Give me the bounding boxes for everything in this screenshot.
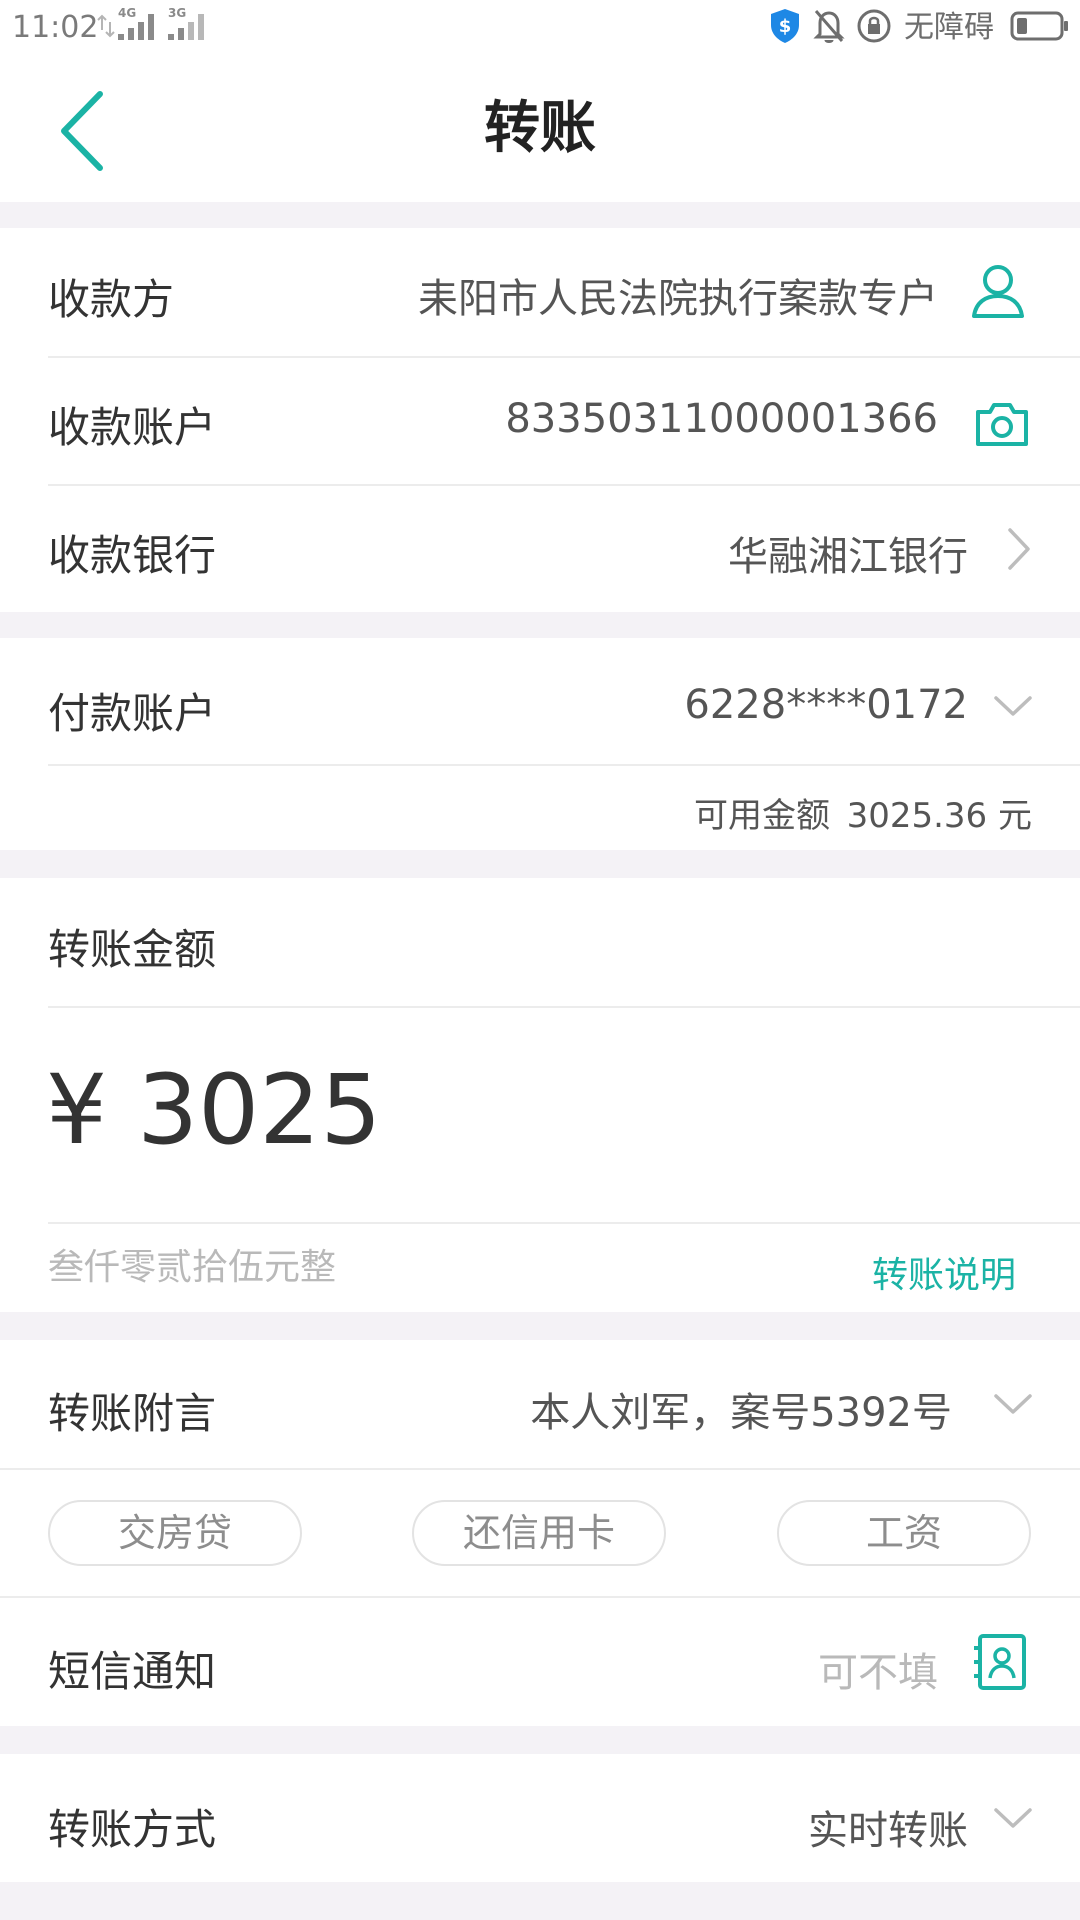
chevron-down-icon [992, 692, 1034, 720]
sms-label: 短信通知 [48, 1647, 217, 1696]
camera-icon[interactable] [974, 400, 1030, 448]
contact-person-icon[interactable] [970, 262, 1026, 320]
rotation-lock-icon [856, 7, 892, 49]
sms-placeholder[interactable]: 可不填 [818, 1640, 938, 1698]
amount-in-words: 叁仟零贰拾伍元整 [48, 1247, 337, 1288]
available-balance-label: 可用金额 [694, 796, 830, 836]
payee-value: 耒阳市人民法院执行案款专户 [418, 276, 938, 322]
chevron-down-icon[interactable] [992, 1390, 1034, 1418]
bank-row[interactable]: 收款银行 华融湘江银行 [0, 486, 1080, 612]
transfer-page: 11:02 4G 3G $ 无障碍 转账 收款方 耒阳市人民法院执行案款专户 收… [0, 0, 1080, 1920]
amount-label: 转账金额 [48, 925, 217, 974]
payee-bank-label: 收款银行 [48, 531, 217, 580]
status-bar: 11:02 4G 3G $ 无障碍 [0, 0, 1080, 56]
divider [0, 1468, 1080, 1470]
transfer-explanation-link[interactable]: 转账说明 [872, 1246, 1016, 1298]
remark-value: 本人刘军，案号5392号 [530, 1390, 952, 1436]
security-shield-icon: $ [768, 7, 802, 49]
divider [48, 1222, 1080, 1224]
transfer-method-row[interactable]: 转账方式 实时转账 [0, 1754, 1080, 1882]
payee-bank-value: 华融湘江银行 [728, 534, 968, 580]
remark-row[interactable]: 转账附言 本人刘军，案号5392号 [0, 1340, 1080, 1468]
signal-3g-tag: 3G [168, 6, 187, 20]
signal-4g-tag: 4G [118, 6, 137, 20]
remark-chip-mortgage[interactable]: 交房贷 [48, 1500, 302, 1566]
sms-row[interactable]: 短信通知 可不填 [0, 1598, 1080, 1726]
payee-row[interactable]: 收款方 耒阳市人民法院执行案款专户 [0, 228, 1080, 354]
payee-account-value: 83350311000001366 [505, 396, 938, 442]
payer-account-label: 付款账户 [48, 689, 217, 738]
available-balance-row: 可用金额 3025.36 元 [0, 766, 1080, 850]
chevron-right-icon [1004, 526, 1034, 572]
mute-bell-icon [812, 7, 846, 49]
payer-account-row[interactable]: 付款账户 6228****0172 [0, 638, 1080, 764]
page-title: 转账 [484, 96, 596, 161]
svg-text:$: $ [779, 16, 792, 37]
payee-label: 收款方 [48, 275, 175, 324]
divider [48, 1006, 1080, 1008]
available-balance-value: 3025.36 元 [846, 796, 1032, 836]
status-time: 11:02 [12, 10, 99, 45]
battery-icon [1010, 10, 1070, 46]
payer-account-value: 6228****0172 [684, 682, 968, 728]
remark-label: 转账附言 [48, 1389, 217, 1438]
contact-book-icon[interactable] [970, 1632, 1030, 1692]
remark-chip-credit-card[interactable]: 还信用卡 [412, 1500, 666, 1566]
remark-chip-salary[interactable]: 工资 [777, 1500, 1031, 1566]
transfer-method-label: 转账方式 [48, 1805, 217, 1854]
transfer-method-value: 实时转账 [808, 1808, 968, 1854]
accessibility-status-text: 无障碍 [904, 10, 994, 45]
payee-account-label: 收款账户 [48, 403, 217, 452]
signal-3g-icon: 3G [166, 6, 214, 42]
account-row[interactable]: 收款账户 83350311000001366 [0, 358, 1080, 484]
signal-4g-icon: 4G [96, 6, 160, 42]
amount-value: 3025 [137, 1054, 382, 1166]
nav-header: 转账 [0, 56, 1080, 202]
amount-input[interactable]: ¥3025 [46, 1050, 381, 1170]
chevron-down-icon [992, 1804, 1034, 1832]
currency-symbol: ¥ [46, 1054, 108, 1166]
status-right-group: $ 无障碍 [758, 8, 1070, 48]
